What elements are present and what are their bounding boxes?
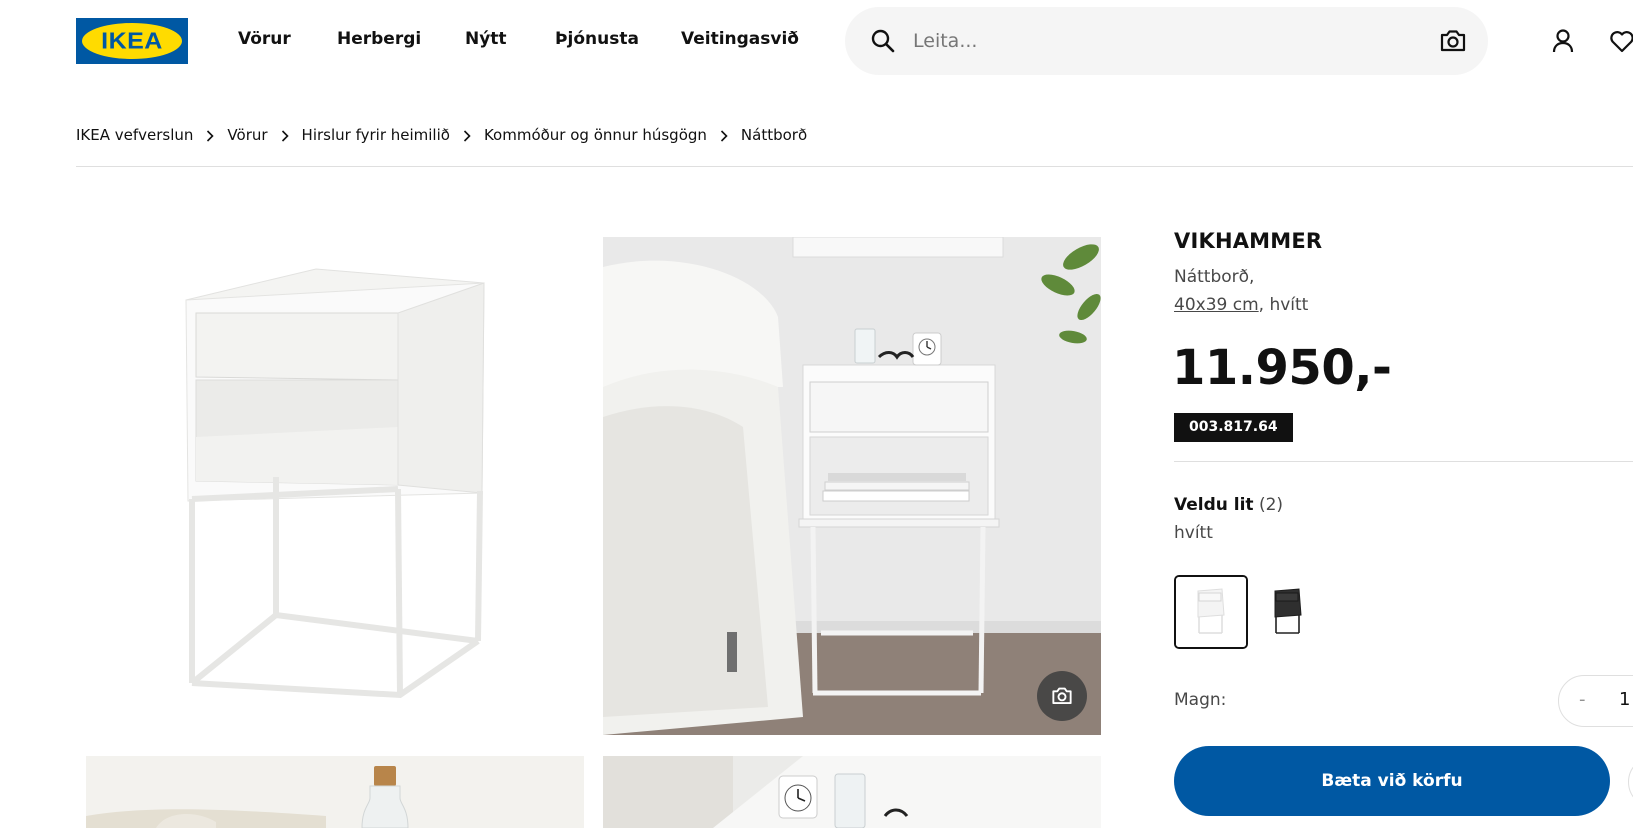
color-swatch-white[interactable] [1174, 575, 1248, 649]
quantity-decrease-button[interactable]: - [1579, 689, 1586, 710]
product-image-detail-2[interactable] [603, 756, 1101, 828]
color-heading-label: Veldu lit [1174, 495, 1254, 515]
product-color-text: , hvítt [1258, 295, 1309, 315]
logo-text: IKEA [101, 27, 163, 54]
product-image-main[interactable] [86, 237, 584, 735]
logo-oval: IKEA [82, 23, 182, 59]
search-bar[interactable] [845, 7, 1488, 75]
breadcrumb-item[interactable]: IKEA vefverslun [76, 126, 193, 144]
nav-item-vorur[interactable]: Vörur [238, 29, 291, 49]
chevron-right-icon [450, 128, 484, 142]
breadcrumb-item[interactable]: Kommóður og önnur húsgögn [484, 126, 707, 144]
chevron-right-icon [193, 128, 227, 142]
user-icon[interactable] [1548, 26, 1578, 56]
nav-item-nytt[interactable]: Nýtt [465, 29, 507, 49]
ikea-logo[interactable]: IKEA [76, 18, 188, 64]
chevron-right-icon [268, 128, 302, 142]
color-picker-heading: Veldu lit (2) [1174, 495, 1283, 515]
search-input[interactable] [913, 21, 1393, 61]
view-photo-camera-button[interactable] [1037, 671, 1087, 721]
add-to-favourites-button[interactable] [1628, 756, 1633, 808]
product-image-detail-1[interactable] [86, 756, 584, 828]
color-swatch-black[interactable] [1251, 575, 1325, 649]
quantity-value[interactable]: 1 [1619, 689, 1630, 710]
chevron-right-icon [707, 128, 741, 142]
product-name: VIKHAMMER [1174, 229, 1323, 253]
favourites-heart-icon[interactable] [1607, 26, 1633, 56]
breadcrumb: IKEA vefverslun Vörur Hirslur fyrir heim… [76, 126, 807, 144]
product-type: Náttborð, [1174, 267, 1255, 287]
quantity-stepper[interactable]: - 1 [1558, 675, 1633, 727]
selected-color-label: hvítt [1174, 523, 1213, 543]
add-to-cart-button[interactable]: Bæta við körfu [1174, 746, 1610, 816]
breadcrumb-item-current[interactable]: Náttborð [741, 126, 807, 144]
nav-item-thjonusta[interactable]: Þjónusta [555, 29, 639, 49]
product-dimensions-link[interactable]: 40x39 cm [1174, 295, 1259, 315]
quantity-label: Magn: [1174, 690, 1227, 710]
product-image-room[interactable] [603, 237, 1101, 735]
visual-search-camera-icon[interactable] [1438, 27, 1468, 55]
article-number-badge: 003.817.64 [1174, 413, 1293, 442]
breadcrumb-item[interactable]: Vörur [227, 126, 267, 144]
product-description: 40x39 cm, hvítt [1174, 295, 1308, 315]
product-price: 11.950,- [1172, 340, 1392, 396]
info-divider [1174, 461, 1633, 462]
color-count: (2) [1258, 495, 1284, 515]
breadcrumb-item[interactable]: Hirslur fyrir heimilið [302, 126, 450, 144]
nav-item-veitingasvid[interactable]: Veitingasvið [681, 29, 799, 49]
search-icon[interactable] [869, 27, 897, 55]
breadcrumb-divider [76, 166, 1633, 167]
nav-item-herbergi[interactable]: Herbergi [337, 29, 421, 49]
